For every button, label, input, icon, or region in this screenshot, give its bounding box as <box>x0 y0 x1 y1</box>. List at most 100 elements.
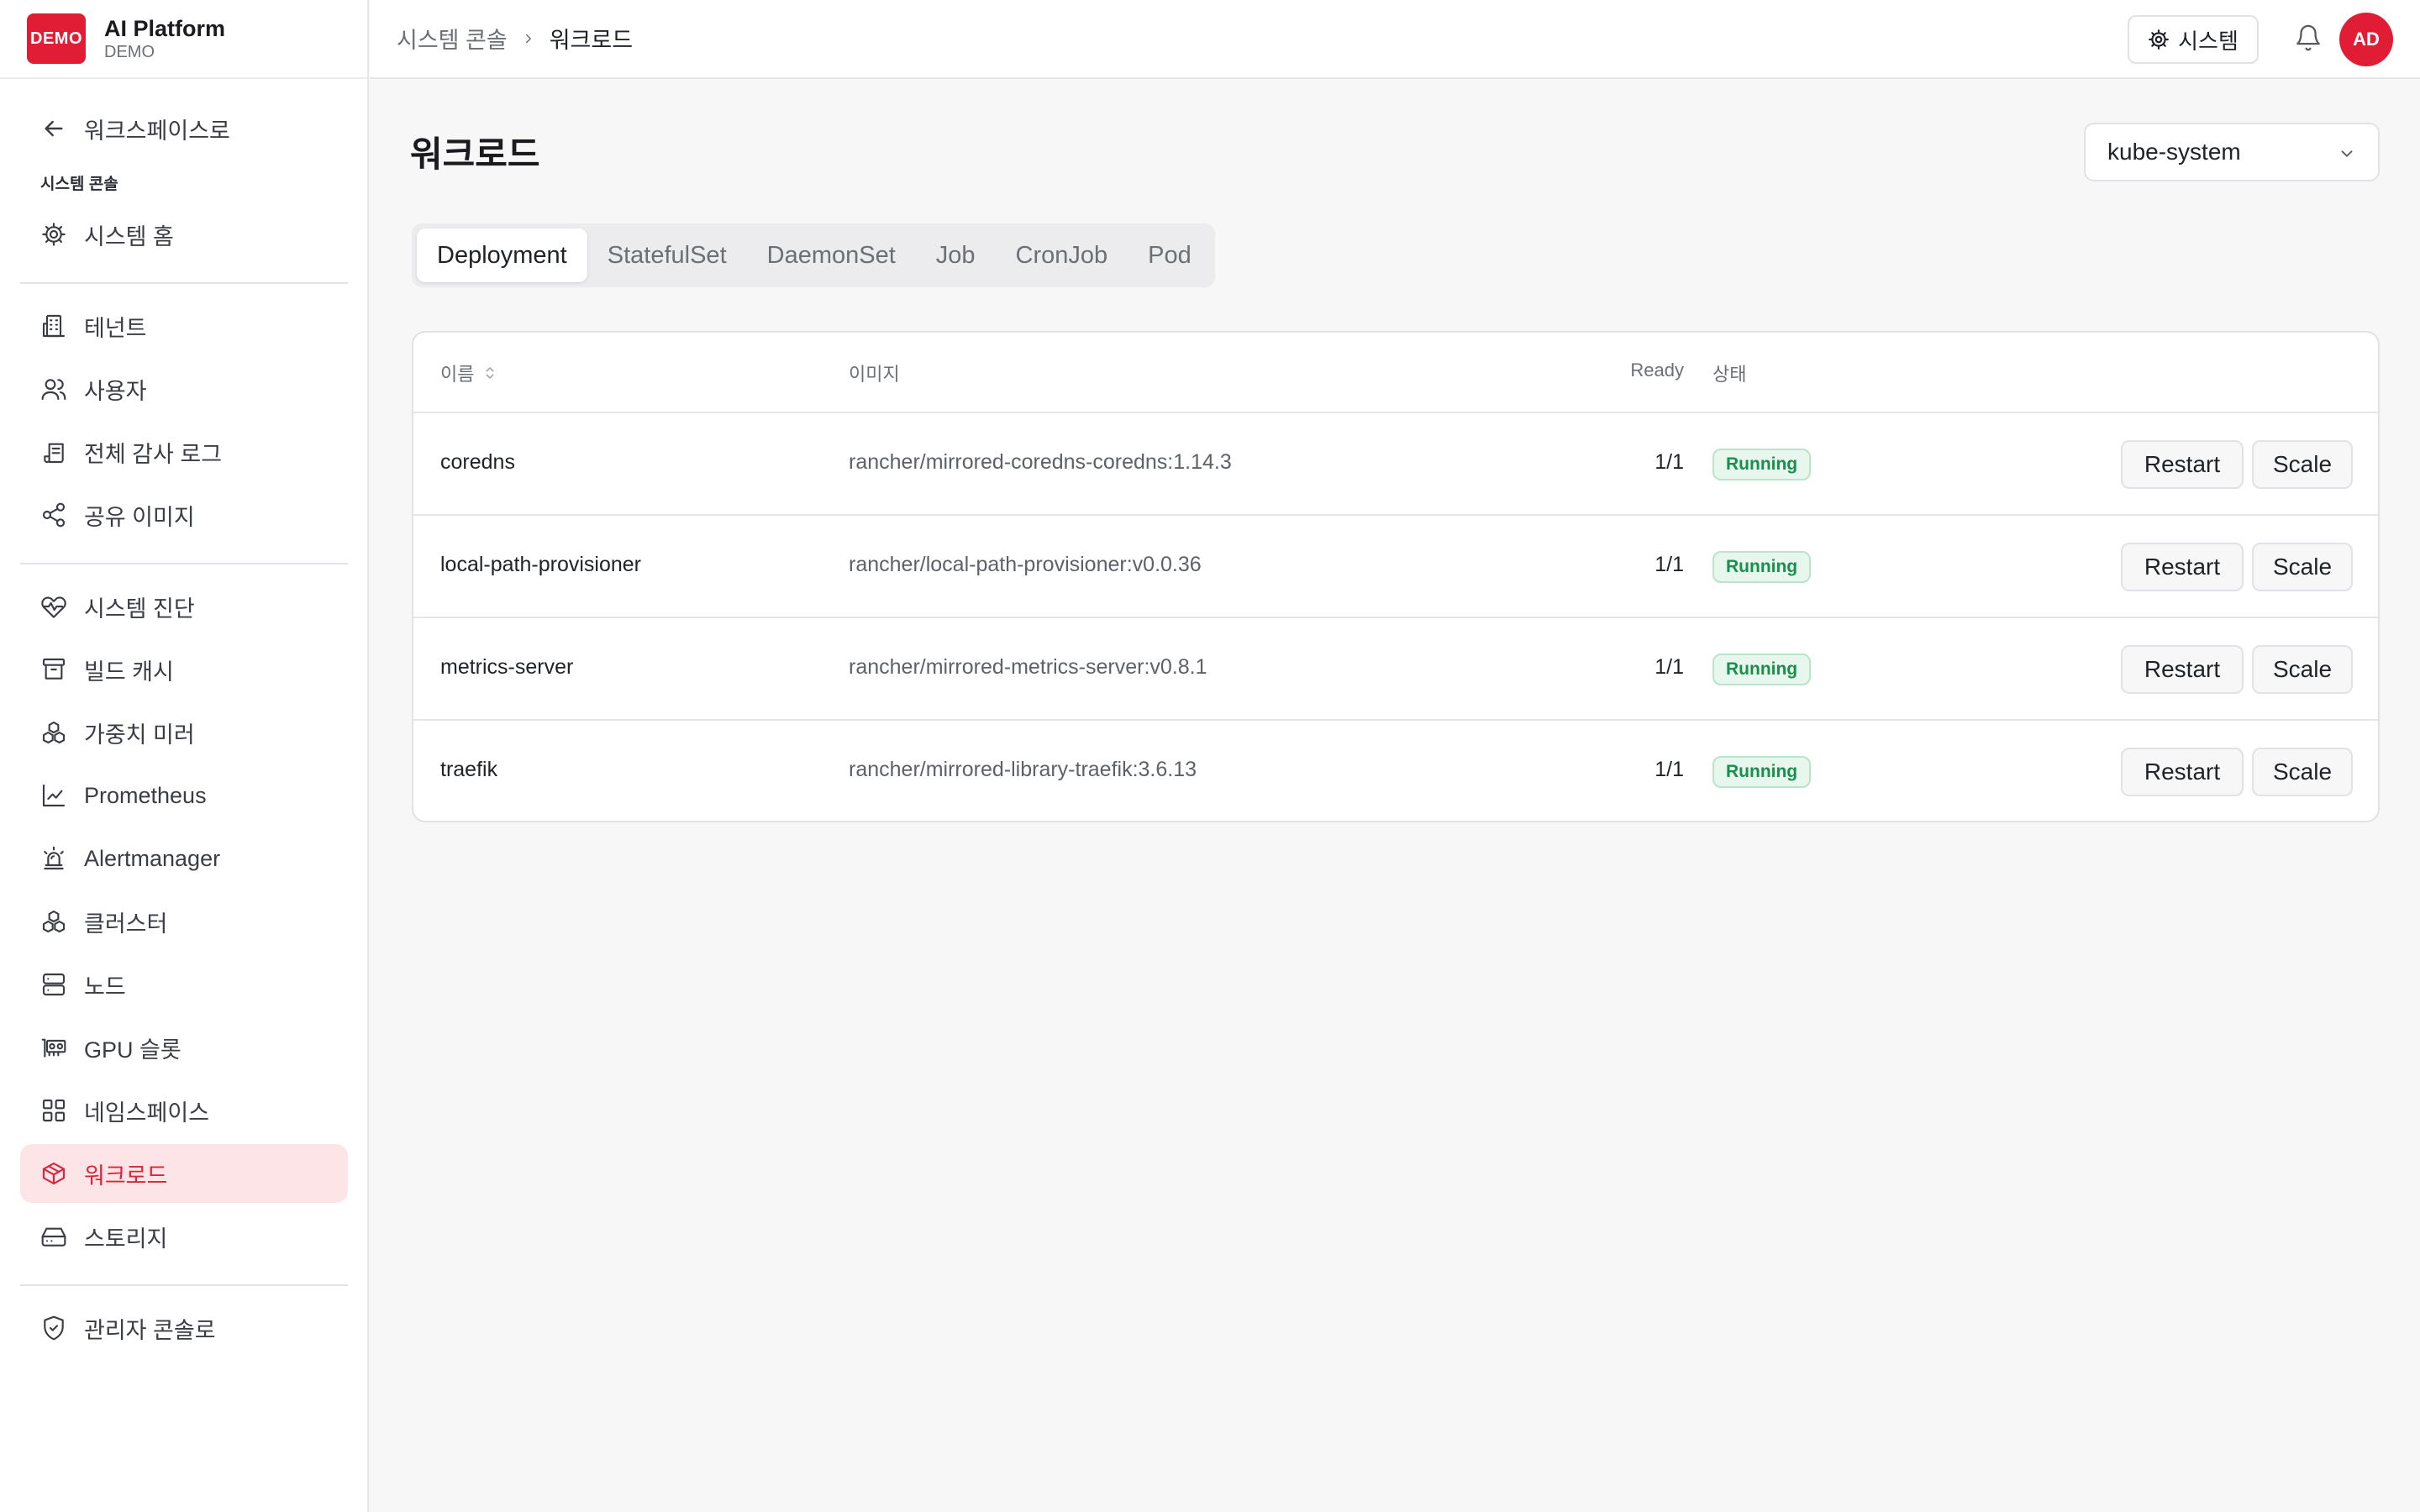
sidebar-item-cluster[interactable]: 클러스터 <box>20 892 348 951</box>
workload-tabs: Deployment StatefulSet DaemonSet Job Cro… <box>412 223 1215 287</box>
sidebar-item-label: 빌드 캐시 <box>84 659 174 685</box>
breadcrumb-item[interactable]: 시스템 콘솔 <box>397 22 508 55</box>
sidebar-item-namespaces[interactable]: 네임스페이스 <box>20 1081 348 1140</box>
chevron-down-icon <box>2341 150 2353 157</box>
scale-button[interactable]: Scale <box>2252 748 2353 796</box>
workload-ready: 1/1 <box>1655 450 1684 474</box>
sidebar-item-label: 시스템 홈 <box>84 223 174 249</box>
sidebar: DEMO AI Platform DEMO 워크스페이스로 시스템 콘솔 시스템… <box>0 0 369 1512</box>
sidebar-divider <box>20 1284 348 1286</box>
tab-daemonset[interactable]: DaemonSet <box>747 228 916 282</box>
sidebar-item-label: 전체 감사 로그 <box>84 441 223 467</box>
bell-icon <box>2296 24 2320 51</box>
tab-statefulset[interactable]: StatefulSet <box>587 228 747 282</box>
sidebar-item-prometheus[interactable]: Prometheus <box>20 766 348 825</box>
column-header-label: 이름 <box>440 364 475 385</box>
back-label: 워크스페이스로 <box>84 118 230 144</box>
workload-name: local-path-provisioner <box>440 553 642 576</box>
page-title: 워크로드 <box>410 134 540 174</box>
sidebar-item-storage[interactable]: 스토리지 <box>20 1207 348 1266</box>
sidebar-item-tenants[interactable]: 테넌트 <box>20 297 348 355</box>
sidebar-item-audit-log[interactable]: 전체 감사 로그 <box>20 423 348 481</box>
notifications-button[interactable] <box>2294 24 2323 56</box>
column-header-name[interactable]: 이름 <box>440 360 497 386</box>
namespace-select-value: kube-system <box>2107 139 2241 165</box>
gear-icon <box>42 223 66 246</box>
sidebar-item-admin-console[interactable]: 관리자 콘솔로 <box>20 1299 348 1357</box>
column-header-image: 이미지 <box>849 364 900 385</box>
sidebar-item-alertmanager[interactable]: Alertmanager <box>20 829 348 888</box>
server-icon <box>42 973 66 996</box>
archive-icon <box>42 658 66 680</box>
status-badge: Running <box>1712 756 1812 788</box>
sidebar-item-label: 시스템 진단 <box>84 596 195 622</box>
sidebar-item-diagnostics[interactable]: 시스템 진단 <box>20 577 348 636</box>
building-icon <box>42 314 66 338</box>
sidebar-item-label: 클러스터 <box>84 911 168 937</box>
workload-image: rancher/local-path-provisioner:v0.0.36 <box>849 553 1202 576</box>
sidebar-item-label: Alertmanager <box>84 845 221 871</box>
share-icon <box>42 502 66 528</box>
sidebar-item-label: Prometheus <box>84 782 207 808</box>
shield-icon <box>44 1315 64 1341</box>
restart-button[interactable]: Restart <box>2121 748 2244 796</box>
brand-subtitle: DEMO <box>104 43 155 61</box>
workload-name: traefik <box>440 758 498 781</box>
sort-icon <box>486 367 494 379</box>
sidebar-item-label: 테넌트 <box>84 315 147 341</box>
sidebar-item-system-home[interactable]: 시스템 홈 <box>20 205 348 264</box>
topbar: 시스템 콘솔 워크로드 시스템 AD <box>370 0 2420 79</box>
tab-job[interactable]: Job <box>916 228 996 282</box>
workload-image: rancher/mirrored-coredns-coredns:1.14.3 <box>849 450 1232 474</box>
scale-button[interactable]: Scale <box>2252 440 2353 489</box>
status-badge: Running <box>1712 449 1812 480</box>
scroll-icon <box>44 443 64 464</box>
chevron-right-icon <box>525 34 531 43</box>
brand[interactable]: DEMO AI Platform DEMO <box>0 0 367 79</box>
status-badge: Running <box>1712 654 1812 685</box>
hard-drive-icon <box>41 1227 66 1247</box>
brand-logo: DEMO <box>27 13 86 64</box>
system-button[interactable]: 시스템 <box>2128 15 2259 64</box>
cluster-icon <box>42 910 66 933</box>
sidebar-item-build-cache[interactable]: 빌드 캐시 <box>20 640 348 699</box>
table-row: traefik rancher/mirrored-library-traefik… <box>413 721 2378 821</box>
sidebar-item-gpu-slots[interactable]: GPU 슬롯 <box>20 1018 348 1077</box>
tab-deployment[interactable]: Deployment <box>417 228 587 282</box>
sidebar-item-label: 노드 <box>84 974 126 1000</box>
boxes-icon <box>42 721 66 744</box>
workload-ready: 1/1 <box>1655 553 1684 576</box>
tab-cronjob[interactable]: CronJob <box>996 228 1128 282</box>
table-row: coredns rancher/mirrored-coredns-coredns… <box>413 413 2378 516</box>
sidebar-item-label: 사용자 <box>84 378 147 404</box>
sidebar-divider <box>20 282 348 284</box>
workload-image: rancher/mirrored-library-traefik:3.6.13 <box>849 758 1197 781</box>
tab-pod[interactable]: Pod <box>1128 228 1212 282</box>
workloads-table: 이름 이미지 Ready 상태 coredns rancher/mirrored… <box>412 331 2380 822</box>
sidebar-item-nodes[interactable]: 노드 <box>20 955 348 1014</box>
heart-pulse-icon <box>41 596 66 618</box>
namespace-select[interactable]: kube-system <box>2084 123 2380 181</box>
column-header-ready: Ready <box>1630 360 1684 381</box>
restart-button[interactable]: Restart <box>2121 440 2244 489</box>
sidebar-item-weight-mirror[interactable]: 가중치 미러 <box>20 703 348 762</box>
nav-section-title: 시스템 콘솔 <box>40 176 118 193</box>
sidebar-item-shared-images[interactable]: 공유 이미지 <box>20 486 348 544</box>
scale-button[interactable]: Scale <box>2252 543 2353 591</box>
workload-ready: 1/1 <box>1655 758 1684 781</box>
sidebar-item-workloads[interactable]: 워크로드 <box>20 1144 348 1203</box>
restart-button[interactable]: Restart <box>2121 645 2244 694</box>
restart-button[interactable]: Restart <box>2121 543 2244 591</box>
avatar[interactable]: AD <box>2339 13 2393 66</box>
system-button-label: 시스템 <box>2178 28 2238 54</box>
sidebar-item-label: 네임스페이스 <box>84 1100 210 1126</box>
sidebar-item-users[interactable]: 사용자 <box>20 360 348 418</box>
sidebar-item-label: 가중치 미러 <box>84 722 195 748</box>
gpu-icon <box>41 1038 66 1058</box>
gear-icon <box>2149 29 2170 50</box>
workload-name: coredns <box>440 450 515 474</box>
sidebar-item-label: GPU 슬롯 <box>84 1037 182 1063</box>
back-to-workspace-link[interactable]: 워크스페이스로 <box>20 99 348 158</box>
scale-button[interactable]: Scale <box>2252 645 2353 694</box>
arrow-left-icon <box>45 120 63 137</box>
